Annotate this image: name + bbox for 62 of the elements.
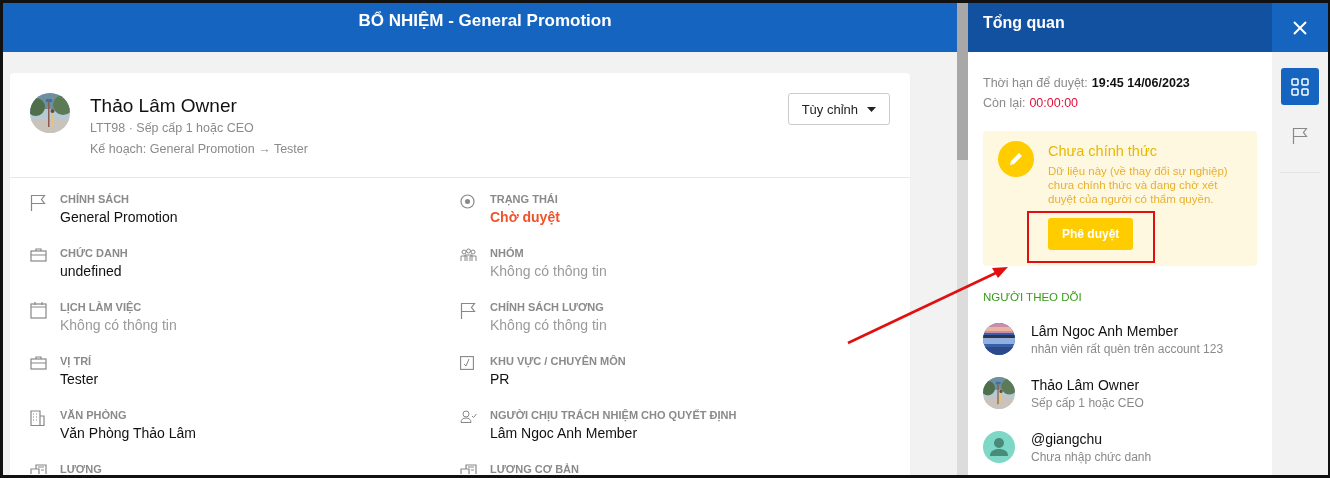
field-label: LƯƠNG CƠ BẢN [490, 462, 579, 475]
building-icon [30, 410, 45, 426]
profile-name: Thảo Lâm Owner [90, 94, 237, 118]
group-icon [460, 248, 477, 262]
field-label: LƯƠNG [60, 462, 102, 475]
field-value: Văn Phòng Thảo Lâm [60, 424, 196, 443]
follower-name: Thảo Lâm Owner [1031, 376, 1140, 395]
profile-subtitle: LTT98 · Sếp cấp 1 hoặc CEO [90, 120, 254, 137]
followers-heading: NGƯỜI THEO DÕI [983, 290, 1082, 304]
field-value: undefined [60, 262, 122, 281]
field-label: LỊCH LÀM VIỆC [60, 300, 142, 314]
follower-subtitle: Chưa nhập chức danh [1031, 449, 1152, 465]
field-value: PR [490, 370, 510, 389]
calendar-icon [30, 302, 47, 319]
field-label: CHÍNH SÁCH LƯƠNG [490, 300, 604, 314]
field-value: Không có thông tin [490, 262, 607, 281]
money-icon [30, 464, 47, 474]
deadline-value: 19:45 14/06/2023 [1091, 75, 1190, 92]
page-title: BỔ NHIỆM - General Promotion [358, 11, 612, 31]
pencil-icon [998, 141, 1034, 177]
field-label: TRẠNG THÁI [490, 192, 558, 206]
briefcase-icon [30, 356, 47, 370]
field-label: NGƯỜI CHỊU TRÁCH NHIỆM CHO QUYẾT ĐỊNH [490, 408, 737, 422]
scrollbar-thumb[interactable] [957, 3, 968, 160]
deadline-label: Thời hạn để duyệt: [983, 75, 1088, 92]
remaining-value: 00:00:00 [1029, 95, 1079, 112]
field-value: Tester [60, 370, 99, 389]
field-value: Chờ duyệt [490, 208, 560, 227]
briefcase-icon [30, 248, 47, 262]
scrollbar-track[interactable] [957, 3, 968, 475]
grid-icon [1291, 77, 1309, 96]
panel-title: Tổng quan [983, 14, 1065, 31]
checkbox-icon [460, 356, 474, 370]
grid-tab[interactable] [1281, 68, 1319, 105]
notice-title: Chưa chính thức [1048, 142, 1157, 161]
field-value: Lâm Ngoc Anh Member [490, 424, 638, 443]
follower-name: Lâm Ngoc Anh Member [1031, 322, 1179, 341]
user-avatar-icon [983, 431, 1015, 463]
follower-subtitle: nhân viên rất quèn trên account 123 [1031, 341, 1224, 357]
close-icon[interactable] [1293, 20, 1307, 35]
caret-icon [867, 106, 876, 112]
follower-name: @giangchu [1031, 430, 1103, 449]
profile-plan: Kế hoạch: General Promotion → Tester [90, 141, 308, 158]
field-value: General Promotion [60, 208, 178, 227]
field-value: Không có thông tin [60, 316, 177, 335]
field-label: KHU VỰC / CHUYÊN MÔN [490, 354, 626, 368]
flag-icon [460, 302, 476, 319]
target-icon [460, 194, 475, 209]
flag-icon [1292, 127, 1308, 144]
field-label: CHÍNH SÁCH [60, 192, 130, 206]
field-value: Không có thông tin [490, 316, 607, 335]
flag-icon [30, 194, 46, 211]
notice-text: Dữ liệu này (về thay đổi sự nghiệp) chưa chính thức và đang chờ xét duyệt của người có thẩm quyền. [1048, 164, 1229, 206]
field-label: CHỨC DANH [60, 246, 128, 260]
money-icon [460, 464, 477, 474]
customize-dropdown[interactable]: Tùy chỉnh [787, 93, 890, 125]
field-label: VỊ TRÍ [60, 354, 92, 368]
follower-subtitle: Sếp cấp 1 hoặc CEO [1031, 395, 1144, 411]
field-label: NHÓM [490, 246, 524, 260]
remaining-label: Còn lại: [983, 95, 1026, 112]
person-check-icon [460, 410, 477, 423]
field-label: VĂN PHÒNG [60, 408, 127, 422]
